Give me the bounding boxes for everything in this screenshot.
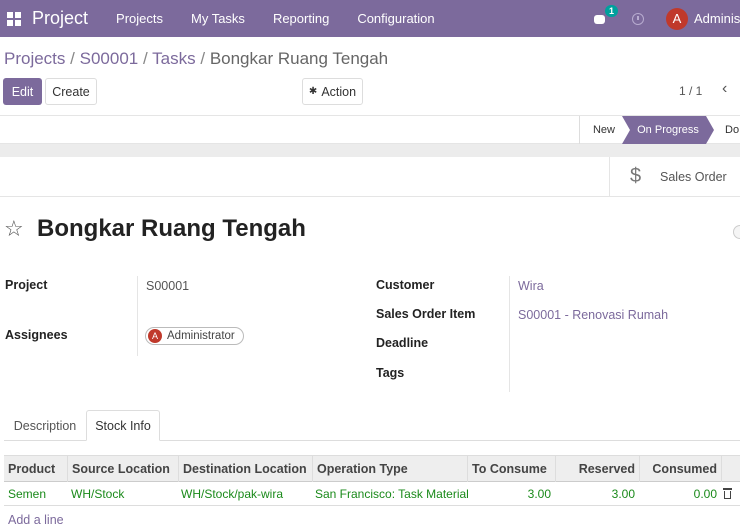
tab-description[interactable]: Description [4, 410, 86, 441]
action-button[interactable]: ✱ Action [302, 78, 363, 105]
cell-source-location[interactable]: WH/Stock [67, 482, 178, 506]
gear-icon: ✱ [308, 86, 318, 97]
edit-button[interactable]: Edit [3, 78, 42, 105]
sales-order-item-label: Sales Order Item [376, 307, 476, 321]
col-consumed[interactable]: Consumed [640, 456, 721, 482]
apps-grid-icon[interactable] [7, 11, 21, 26]
cell-product[interactable]: Semen [4, 482, 67, 506]
action-button-label: Action [321, 84, 357, 99]
statusbar-divider [579, 116, 580, 144]
menu-my-tasks[interactable]: My Tasks [177, 11, 259, 26]
app-title[interactable]: Project [32, 8, 88, 29]
table-row[interactable]: Semen WH/Stock WH/Stock/pak-wira San Fra… [4, 482, 740, 506]
create-button[interactable]: Create [45, 78, 97, 105]
trash-icon[interactable] [723, 488, 732, 499]
stage-statusbar: New On Progress Do [0, 115, 740, 144]
toggle-switch[interactable] [733, 225, 740, 239]
user-avatar[interactable]: A [666, 7, 688, 30]
deadline-label: Deadline [376, 336, 429, 350]
breadcrumb-projects[interactable]: Projects [4, 49, 65, 68]
breadcrumb-separator: / [70, 49, 75, 68]
menu-projects[interactable]: Projects [102, 11, 177, 26]
project-label: Project [5, 278, 48, 292]
stage-done[interactable]: Do [722, 116, 740, 144]
cell-destination-location[interactable]: WH/Stock/pak-wira [177, 482, 312, 506]
sheet-band [0, 144, 740, 157]
assignee-avatar: A [148, 329, 162, 343]
menu-reporting[interactable]: Reporting [259, 11, 343, 26]
col-destination-location[interactable]: Destination Location [179, 456, 312, 482]
sales-order-button[interactable]: $ Sales Order [609, 157, 740, 196]
sales-order-item-value[interactable]: S00001 - Renovasi Rumah [518, 308, 668, 322]
task-title[interactable]: Bongkar Ruang Tengah [37, 215, 306, 243]
menu-configuration[interactable]: Configuration [343, 11, 448, 26]
col-to-consume[interactable]: To Consume [468, 456, 555, 482]
breadcrumb-separator: / [200, 49, 206, 68]
assignee-name: Administrator [167, 330, 235, 342]
col-reserved[interactable]: Reserved [556, 456, 639, 482]
top-navbar: Project Projects My Tasks Reporting Conf… [0, 0, 740, 37]
cell-to-consume[interactable]: 3.00 [468, 482, 555, 506]
tab-stock-info[interactable]: Stock Info [86, 410, 160, 441]
add-line-link[interactable]: Add a line [8, 513, 64, 526]
field-divider [509, 276, 510, 392]
breadcrumb-tasks[interactable]: Tasks [152, 49, 195, 68]
tags-label: Tags [376, 366, 405, 380]
breadcrumb-sale-order[interactable]: S00001 [80, 49, 139, 68]
clock-icon[interactable] [632, 12, 644, 25]
sales-order-label: Sales Order [660, 169, 727, 184]
stage-on-progress[interactable]: On Progress [622, 116, 714, 144]
customer-label: Customer [376, 278, 435, 292]
col-source-location[interactable]: Source Location [68, 456, 178, 482]
cell-consumed[interactable]: 0.00 [640, 482, 721, 506]
cell-reserved[interactable]: 3.00 [556, 482, 639, 506]
breadcrumb-separator: / [142, 49, 148, 68]
chat-icon[interactable]: 1 [594, 4, 619, 25]
table-header: Product Source Location Destination Loca… [4, 455, 740, 482]
assignees-label: Assignees [5, 328, 68, 342]
chevron-left-icon[interactable]: ‹ [722, 80, 727, 98]
message-count-badge: 1 [605, 4, 619, 17]
breadcrumb-current: Bongkar Ruang Tengah [209, 49, 389, 68]
star-icon[interactable]: ☆ [4, 216, 24, 242]
notebook-tabs: Description Stock Info [4, 410, 740, 441]
assignee-tag[interactable]: A Administrator [145, 327, 244, 345]
navbar-systray: 1 A Adminis [590, 0, 740, 37]
button-box: $ Sales Order [0, 157, 740, 197]
customer-value[interactable]: Wira [518, 279, 544, 293]
col-operation-type[interactable]: Operation Type [313, 456, 468, 482]
dollar-icon: $ [630, 165, 642, 187]
breadcrumb: Projects / S00001 / Tasks / Bongkar Ruan… [4, 49, 388, 69]
col-product[interactable]: Product [4, 456, 67, 482]
cell-operation-type[interactable]: San Francisco: Task Material [311, 482, 469, 506]
main-menu: Projects My Tasks Reporting Configuratio… [102, 11, 449, 26]
field-divider [137, 276, 138, 356]
stage-new[interactable]: New [586, 116, 622, 144]
user-name[interactable]: Adminis [694, 11, 740, 26]
pager-value[interactable]: 1 / 1 [679, 84, 702, 98]
project-value[interactable]: S00001 [146, 279, 189, 293]
